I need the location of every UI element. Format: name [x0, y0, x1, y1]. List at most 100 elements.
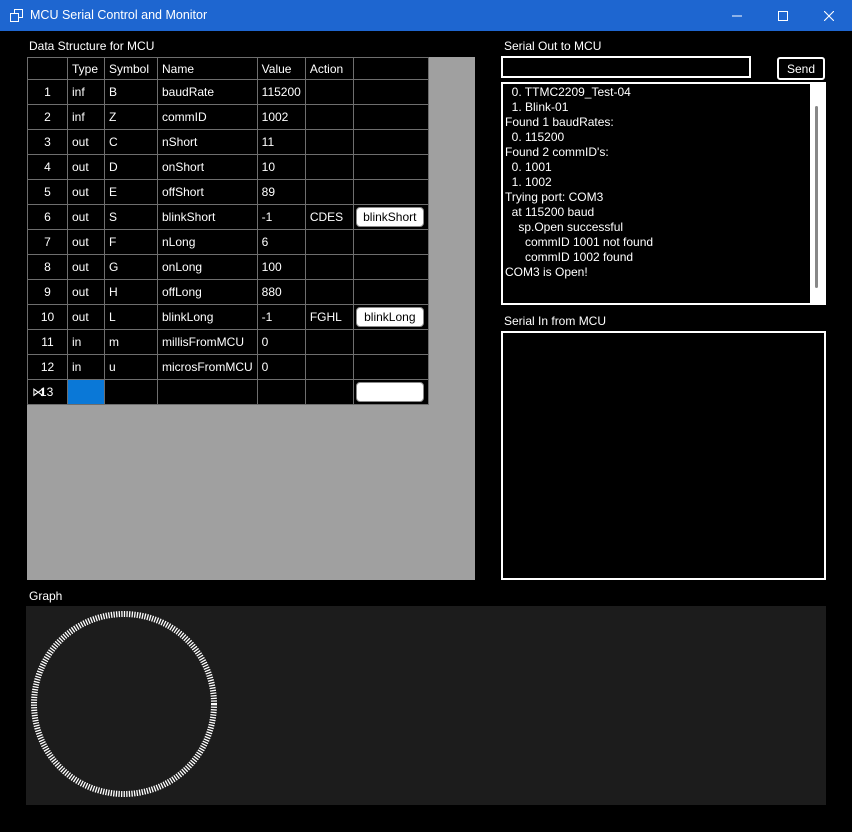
serial-in-log[interactable]	[501, 331, 826, 580]
column-header-button[interactable]	[352, 57, 429, 80]
row-header[interactable]: 3	[27, 129, 68, 155]
cell-value[interactable]: 1002	[256, 104, 306, 130]
scrollbar-thumb[interactable]	[815, 106, 818, 288]
cell-action[interactable]	[304, 279, 354, 305]
row-header[interactable]: 2	[27, 104, 68, 130]
column-header-action[interactable]: Action	[304, 57, 354, 80]
cell-type[interactable]: out	[67, 179, 105, 205]
cell-button[interactable]	[352, 154, 429, 180]
cell-name[interactable]: nShort	[157, 129, 258, 155]
cell-name[interactable]: offShort	[157, 179, 258, 205]
table-row[interactable]: 8 out GonLong 100	[27, 254, 429, 280]
cell-symbol[interactable]: m	[104, 329, 158, 355]
blinkLong-button[interactable]: blinkLong	[355, 307, 424, 327]
row-header[interactable]: 9	[27, 279, 68, 305]
cell-action[interactable]: CDES	[304, 204, 354, 230]
row-header[interactable]: 11	[27, 329, 68, 355]
cell-symbol[interactable]: Z	[104, 104, 158, 130]
new-cell-button[interactable]	[352, 379, 429, 405]
cell-type[interactable]: out	[67, 254, 105, 280]
cell-button[interactable]	[352, 129, 429, 155]
cell-value[interactable]: 115200	[256, 79, 306, 105]
serial-out-scrollbar[interactable]	[810, 84, 824, 303]
send-button[interactable]: Send	[777, 57, 825, 80]
cell-type[interactable]: in	[67, 329, 105, 355]
cell-name[interactable]: onLong	[157, 254, 258, 280]
row-header[interactable]: 12	[27, 354, 68, 380]
new-cell-symbol[interactable]	[104, 379, 158, 405]
table-row[interactable]: 9 out HoffLong 880	[27, 279, 429, 305]
cell-button[interactable]	[352, 229, 429, 255]
cell-symbol[interactable]: S	[104, 204, 158, 230]
maximize-button[interactable]	[760, 0, 806, 31]
minimize-button[interactable]	[714, 0, 760, 31]
cell-name[interactable]: microsFromMCU	[157, 354, 258, 380]
cell-value[interactable]: -1	[256, 304, 306, 330]
row-header[interactable]: 4	[27, 154, 68, 180]
graph-panel[interactable]	[26, 606, 826, 805]
column-header-type[interactable]: Type	[67, 57, 105, 80]
cell-value[interactable]: 0	[256, 354, 306, 380]
cell-action[interactable]	[304, 354, 354, 380]
cell-name[interactable]: blinkShort	[157, 204, 258, 230]
new-cell-action[interactable]	[304, 379, 354, 405]
cell-button[interactable]	[352, 254, 429, 280]
cell-button[interactable]: blinkShort	[352, 204, 429, 230]
cell-value[interactable]: 11	[256, 129, 306, 155]
new-cell-name[interactable]	[157, 379, 258, 405]
blinkShort-button[interactable]: blinkShort	[355, 207, 424, 227]
cell-name[interactable]: baudRate	[157, 79, 258, 105]
cell-symbol[interactable]: E	[104, 179, 158, 205]
cell-value[interactable]: -1	[256, 204, 306, 230]
cell-value[interactable]: 89	[256, 179, 306, 205]
cell-action[interactable]	[304, 154, 354, 180]
cell-button[interactable]	[352, 179, 429, 205]
table-row[interactable]: 11 in m millisFromMCU 0	[27, 329, 429, 355]
cell-symbol[interactable]: D	[104, 154, 158, 180]
cell-action[interactable]	[304, 179, 354, 205]
cell-type[interactable]: inf	[67, 79, 105, 105]
table-row[interactable]: 3 out CnShort 11	[27, 129, 429, 155]
new-row-button[interactable]	[355, 382, 424, 402]
table-row[interactable]: 7 out FnLong 6	[27, 229, 429, 255]
cell-button[interactable]: blinkLong	[352, 304, 429, 330]
cell-name[interactable]: onShort	[157, 154, 258, 180]
serial-out-log[interactable]: 0. TTMC2209_Test-04 1. Blink-01 Found 1 b…	[501, 82, 826, 305]
table-row[interactable]: 2 inf ZcommID 1002	[27, 104, 429, 130]
cell-symbol[interactable]: G	[104, 254, 158, 280]
serial-out-input[interactable]	[501, 56, 751, 78]
cell-name[interactable]: offLong	[157, 279, 258, 305]
cell-type[interactable]: out	[67, 279, 105, 305]
cell-symbol[interactable]: F	[104, 229, 158, 255]
row-header[interactable]: 7	[27, 229, 68, 255]
row-header[interactable]: 1	[27, 79, 68, 105]
cell-button[interactable]	[352, 354, 429, 380]
cell-name[interactable]: millisFromMCU	[157, 329, 258, 355]
cell-button[interactable]	[352, 279, 429, 305]
cell-action[interactable]	[304, 254, 354, 280]
cell-type[interactable]: out	[67, 129, 105, 155]
row-header[interactable]: 5	[27, 179, 68, 205]
cell-button[interactable]	[352, 79, 429, 105]
new-cell-value[interactable]	[256, 379, 306, 405]
cell-symbol[interactable]: H	[104, 279, 158, 305]
table-row[interactable]: 10 out LblinkLong -1 FGHL blinkLong	[27, 304, 429, 330]
cell-name[interactable]: commID	[157, 104, 258, 130]
cell-type[interactable]: in	[67, 354, 105, 380]
cell-value[interactable]: 0	[256, 329, 306, 355]
cell-type[interactable]: out	[67, 229, 105, 255]
row-header[interactable]: 6	[27, 204, 68, 230]
cell-button[interactable]	[352, 104, 429, 130]
table-row[interactable]: 5 out EoffShort 89	[27, 179, 429, 205]
cell-symbol[interactable]: C	[104, 129, 158, 155]
cell-action[interactable]	[304, 104, 354, 130]
cell-symbol[interactable]: u	[104, 354, 158, 380]
cell-name[interactable]: blinkLong	[157, 304, 258, 330]
cell-name[interactable]: nLong	[157, 229, 258, 255]
title-bar[interactable]: MCU Serial Control and Monitor	[0, 0, 852, 31]
cell-value[interactable]: 6	[256, 229, 306, 255]
column-header-name[interactable]: Name	[157, 57, 258, 80]
cell-button[interactable]	[352, 329, 429, 355]
column-header-value[interactable]: Value	[256, 57, 306, 80]
new-row[interactable]: ⋈13	[27, 379, 429, 405]
